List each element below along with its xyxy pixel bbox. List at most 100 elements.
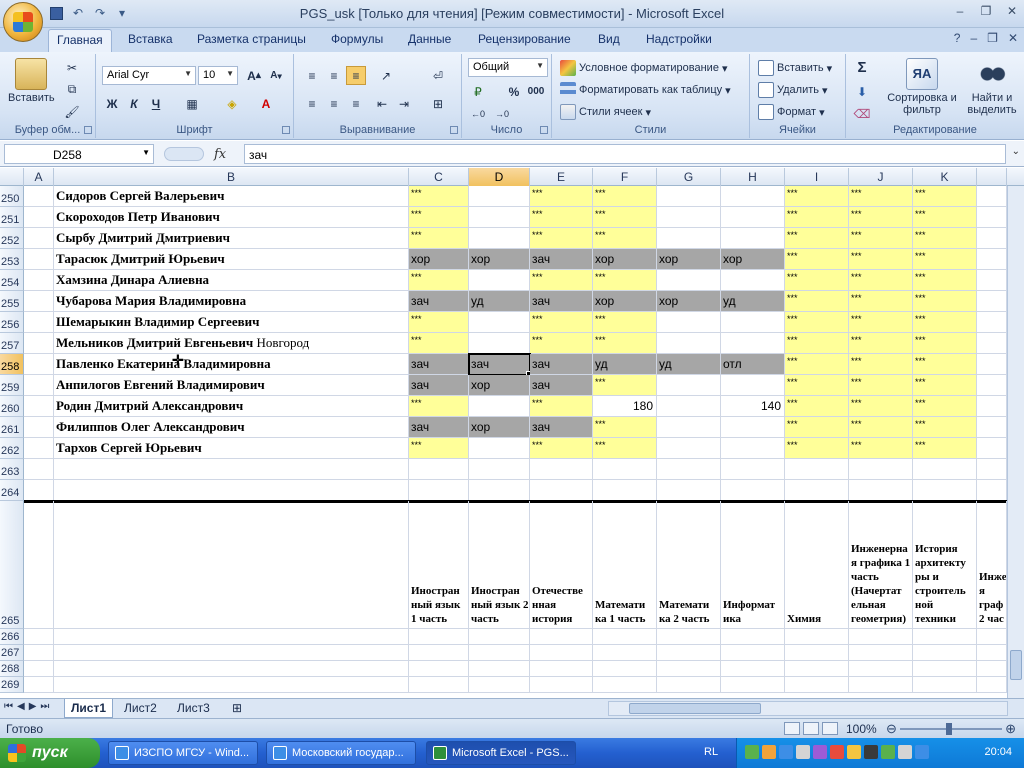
- cell-styles-button[interactable]: Стили ячеек ▾: [560, 104, 651, 120]
- subject-header-cell[interactable]: Информат ика: [721, 501, 785, 629]
- cell[interactable]: [593, 677, 657, 693]
- cell[interactable]: [849, 480, 913, 501]
- grade-cell[interactable]: уд: [593, 354, 657, 375]
- cell[interactable]: [849, 677, 913, 693]
- cell[interactable]: [530, 645, 593, 661]
- tab-data[interactable]: Данные: [408, 32, 451, 46]
- student-name-cell[interactable]: Павленко Екатерина Владимировна: [54, 354, 409, 375]
- cell[interactable]: [24, 645, 54, 661]
- grade-cell[interactable]: [721, 270, 785, 291]
- tray-app-icon[interactable]: [762, 745, 776, 759]
- grade-cell[interactable]: [657, 207, 721, 228]
- cell[interactable]: [409, 459, 469, 480]
- grade-cell[interactable]: ***: [913, 396, 977, 417]
- cell[interactable]: [54, 629, 409, 645]
- cell[interactable]: [913, 661, 977, 677]
- cell[interactable]: [530, 480, 593, 501]
- volume-icon[interactable]: [864, 745, 878, 759]
- subject-header-cell[interactable]: Математи ка 2 часть: [657, 501, 721, 629]
- cell[interactable]: [721, 629, 785, 645]
- cell[interactable]: [913, 480, 977, 501]
- wb-restore-icon[interactable]: ❐: [987, 31, 998, 45]
- grade-cell[interactable]: зач: [409, 417, 469, 438]
- increase-indent-icon[interactable]: ⇥: [394, 94, 414, 113]
- cell[interactable]: [24, 375, 54, 396]
- grade-cell[interactable]: 140: [721, 396, 785, 417]
- cell[interactable]: [530, 629, 593, 645]
- vertical-scroll-thumb[interactable]: [1010, 650, 1022, 680]
- grade-cell[interactable]: ***: [530, 396, 593, 417]
- cell[interactable]: [657, 645, 721, 661]
- column-header-c[interactable]: C: [409, 168, 469, 186]
- number-format-combo[interactable]: Общий ▼: [468, 58, 548, 77]
- row-header[interactable]: 261: [0, 417, 24, 438]
- grade-cell[interactable]: [721, 417, 785, 438]
- cell[interactable]: [24, 501, 54, 629]
- column-header-d[interactable]: D: [469, 168, 530, 186]
- align-top-icon[interactable]: ≡: [302, 66, 322, 85]
- cell[interactable]: [977, 249, 1007, 270]
- prev-sheet-icon[interactable]: ◀: [17, 701, 25, 712]
- tab-page-layout[interactable]: Разметка страницы: [197, 32, 306, 46]
- grade-cell[interactable]: хор: [657, 291, 721, 312]
- cell[interactable]: [24, 228, 54, 249]
- grade-cell[interactable]: ***: [785, 291, 849, 312]
- cell[interactable]: [469, 459, 530, 480]
- subject-header-cell[interactable]: Инже я граф 2 час: [977, 501, 1007, 629]
- grade-cell[interactable]: ***: [409, 312, 469, 333]
- cell[interactable]: [913, 459, 977, 480]
- row-header[interactable]: 262: [0, 438, 24, 459]
- zoom-level[interactable]: 100%: [846, 722, 877, 736]
- grade-cell[interactable]: ***: [409, 228, 469, 249]
- percent-button[interactable]: %: [504, 82, 524, 101]
- cell[interactable]: [409, 677, 469, 693]
- grade-cell[interactable]: ***: [849, 417, 913, 438]
- cell[interactable]: [24, 333, 54, 354]
- grade-cell[interactable]: [721, 228, 785, 249]
- cell[interactable]: [913, 629, 977, 645]
- grade-cell[interactable]: [721, 207, 785, 228]
- grade-cell[interactable]: уд: [657, 354, 721, 375]
- cell[interactable]: [977, 396, 1007, 417]
- grade-cell[interactable]: ***: [785, 186, 849, 207]
- cell[interactable]: [785, 677, 849, 693]
- cell[interactable]: [24, 629, 54, 645]
- grade-cell[interactable]: [721, 333, 785, 354]
- grade-cell[interactable]: [721, 438, 785, 459]
- zoom-slider[interactable]: ⊖ ⊕: [886, 721, 1016, 736]
- grade-cell[interactable]: ***: [530, 312, 593, 333]
- grade-cell[interactable]: [469, 396, 530, 417]
- grade-cell[interactable]: зач: [409, 354, 469, 375]
- bold-button[interactable]: Ж: [102, 94, 122, 113]
- insert-cells-button[interactable]: Вставить ▾: [758, 60, 832, 76]
- tray-app-icon[interactable]: [915, 745, 929, 759]
- font-name-combo[interactable]: Arial Cyr ▼: [102, 66, 196, 85]
- grade-cell[interactable]: ***: [593, 312, 657, 333]
- cell[interactable]: [977, 354, 1007, 375]
- grade-cell[interactable]: [469, 270, 530, 291]
- cell[interactable]: [849, 645, 913, 661]
- cell[interactable]: [977, 438, 1007, 459]
- tab-review[interactable]: Рецензирование: [478, 32, 571, 46]
- zoom-knob[interactable]: [946, 723, 952, 735]
- cell[interactable]: [721, 480, 785, 501]
- grade-cell[interactable]: ***: [849, 354, 913, 375]
- grade-cell[interactable]: ***: [409, 207, 469, 228]
- cell[interactable]: [849, 629, 913, 645]
- grade-cell[interactable]: ***: [409, 186, 469, 207]
- cell[interactable]: [977, 228, 1007, 249]
- copy-icon[interactable]: ⧉: [62, 80, 82, 99]
- merge-center-icon[interactable]: ⊞: [428, 94, 448, 113]
- cell[interactable]: [977, 270, 1007, 291]
- grade-cell[interactable]: хор: [657, 249, 721, 270]
- number-launcher-icon[interactable]: [540, 126, 548, 134]
- cell[interactable]: [24, 417, 54, 438]
- cell[interactable]: [469, 645, 530, 661]
- grade-cell[interactable]: [657, 396, 721, 417]
- grade-cell[interactable]: [657, 312, 721, 333]
- restore-icon[interactable]: ❐: [978, 4, 994, 18]
- grade-cell[interactable]: ***: [913, 438, 977, 459]
- cell[interactable]: [54, 501, 409, 629]
- grade-cell[interactable]: хор: [469, 375, 530, 396]
- sheet-tab-1[interactable]: Лист1: [64, 699, 114, 718]
